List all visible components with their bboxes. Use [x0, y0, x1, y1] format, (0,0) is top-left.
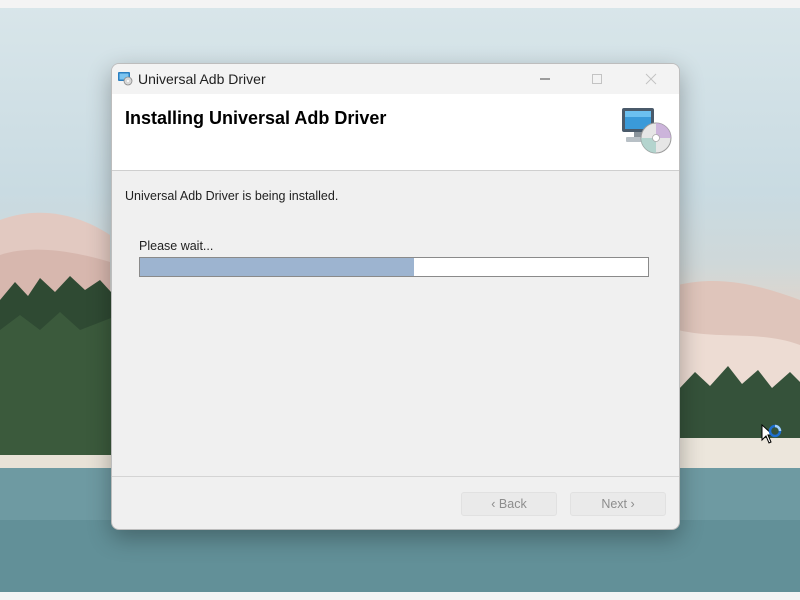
busy-cursor-icon [761, 424, 782, 444]
installer-window: Universal Adb Driver Installing Universa… [111, 63, 680, 530]
screenshot-border-top [0, 0, 800, 8]
next-button[interactable]: Next › [570, 492, 666, 516]
close-button[interactable] [628, 64, 674, 94]
footer-divider [112, 476, 679, 477]
please-wait-label: Please wait... [139, 239, 214, 253]
minimize-icon [540, 78, 550, 80]
close-icon [645, 73, 657, 85]
app-icon [118, 72, 133, 86]
computer-cd-icon [622, 108, 672, 154]
install-status-text: Universal Adb Driver is being installed. [125, 189, 339, 203]
progress-bar-fill [140, 258, 415, 276]
maximize-button[interactable] [574, 64, 620, 94]
installer-header: Installing Universal Adb Driver [112, 94, 679, 171]
title-bar[interactable]: Universal Adb Driver [112, 64, 679, 94]
back-button[interactable]: ‹ Back [461, 492, 557, 516]
page-title: Installing Universal Adb Driver [125, 108, 387, 128]
window-title: Universal Adb Driver [138, 71, 266, 87]
install-progress-bar [139, 257, 649, 277]
minimize-button[interactable] [522, 64, 568, 94]
screenshot-border-bottom [0, 592, 800, 600]
maximize-icon [592, 74, 602, 84]
